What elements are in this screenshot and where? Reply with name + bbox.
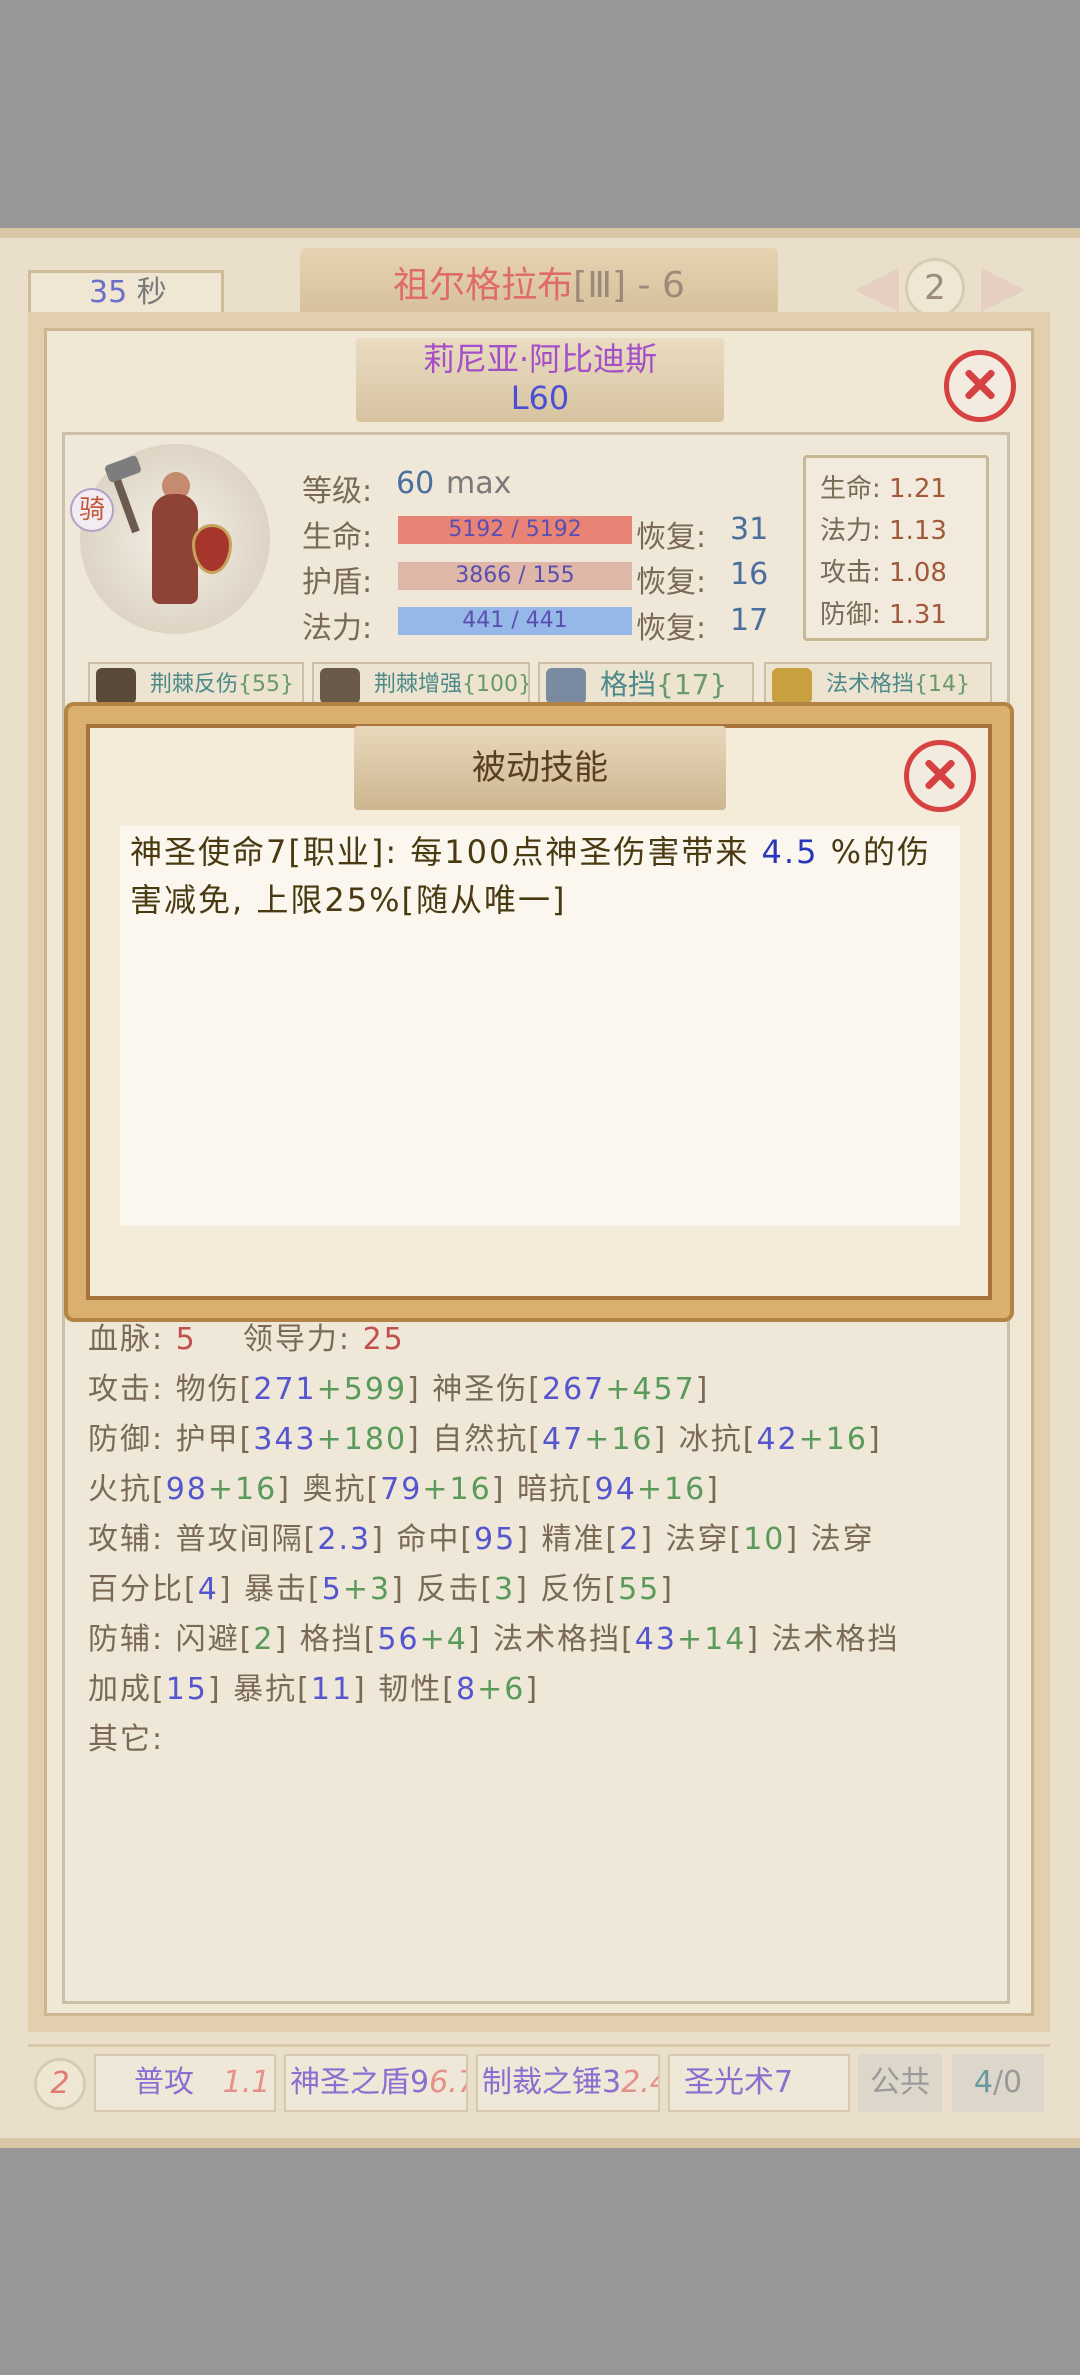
stats-offense-aux-row-2: 百分比[4] 暴击[5+3] 反击[3] 反伤[55] — [88, 1572, 674, 1607]
shield-icon — [192, 524, 232, 574]
stats-defense-aux-row-2: 加成[15] 暴抗[11] 韧性[8+6] — [88, 1672, 540, 1707]
mult-mp: 法力: 1.13 — [820, 516, 947, 546]
action-bar-counter[interactable]: 2 — [34, 2058, 86, 2110]
timer-unit: 秒 — [136, 275, 167, 310]
stats-defense-row: 防御: 护甲[343+180] 自然抗[47+16] 冰抗[42+16] — [88, 1422, 882, 1457]
popup-title: 被动技能 — [354, 726, 726, 810]
mp-bar: 441 / 441 — [398, 607, 632, 635]
mult-attack: 攻击: 1.08 — [820, 558, 947, 588]
mp-label: 法力: — [302, 611, 373, 646]
hero-name: 莉尼亚·阿比迪斯 — [422, 340, 658, 378]
multiplier-box: 生命: 1.21 法力: 1.13 攻击: 1.08 防御: 1.31 — [803, 455, 989, 641]
action-hammer-of-justice[interactable]: 制裁之锤32.4 — [476, 2054, 660, 2112]
prev-arrow-icon[interactable] — [855, 268, 899, 312]
thorns-skill-icon — [96, 668, 136, 704]
skill-tab-spell-block[interactable]: 法术格挡{14} — [764, 662, 992, 708]
hp-regen-label: 恢复: — [636, 520, 707, 555]
mult-defense: 防御: 1.31 — [820, 600, 947, 630]
thorns-boost-skill-icon — [320, 668, 360, 704]
stage-name: 祖尔格拉布 — [393, 265, 574, 306]
hero-level-tag: L60 — [510, 379, 570, 417]
stats-resist-row: 火抗[98+16] 奥抗[79+16] 暗抗[94+16] — [88, 1472, 720, 1507]
skill-tab-block[interactable]: 格挡{17} — [538, 662, 754, 708]
mp-regen-label: 恢复: — [636, 611, 707, 646]
action-holy-shield[interactable]: 神圣之盾96.7 — [284, 2054, 468, 2112]
popup-close-button[interactable] — [904, 740, 976, 812]
hp-label: 生命: — [302, 520, 373, 555]
hero-body-icon — [152, 494, 198, 604]
page-number: 2 — [905, 258, 965, 318]
stats-bloodline-row: 血脉: 5 领导力: 25 — [88, 1322, 405, 1357]
action-slot-count: 4/0 — [952, 2054, 1044, 2112]
mp-regen-value: 17 — [730, 603, 769, 638]
stage-suffix: [Ⅲ] - 6 — [573, 265, 685, 306]
stats-other-row: 其它: — [88, 1722, 165, 1757]
page-switcher: 2 — [855, 258, 1025, 318]
mult-hp: 生命: 1.21 — [820, 474, 947, 504]
shield-regen-value: 16 — [730, 557, 769, 592]
hp-bar: 5192 / 5192 — [398, 516, 632, 544]
spell-block-skill-icon — [772, 668, 812, 704]
hero-close-button[interactable] — [944, 350, 1016, 422]
hero-portrait[interactable] — [80, 444, 270, 634]
class-badge: 骑 — [70, 488, 114, 532]
timer-value: 35 — [89, 275, 128, 310]
level-label: 等级: — [302, 474, 373, 509]
skill-tab-thorns-boost[interactable]: 荆棘增强{100} — [312, 662, 530, 708]
countdown-timer: 35 秒 — [28, 270, 224, 316]
action-public[interactable]: 公共 — [858, 2054, 942, 2112]
shield-label: 护盾: — [302, 565, 373, 600]
stats-attack-row: 攻击: 物伤[271+599] 神圣伤[267+457] — [88, 1372, 710, 1407]
popup-description: 神圣使命7[职业]: 每100点神圣伤害带来 4.5 %的伤害减免, 上限25%… — [130, 833, 932, 919]
next-arrow-icon[interactable] — [981, 268, 1025, 312]
level-value: 60 — [396, 466, 435, 501]
shield-regen-label: 恢复: — [636, 565, 707, 600]
action-holy-light[interactable]: 圣光术7 — [668, 2054, 850, 2112]
shield-bar: 3866 / 155 — [398, 562, 632, 590]
level-max: max — [446, 466, 512, 501]
hp-regen-value: 31 — [730, 512, 769, 547]
action-basic-attack[interactable]: 普攻 1.1 — [94, 2054, 276, 2112]
block-skill-icon — [546, 668, 586, 704]
hero-name-plate: 莉尼亚·阿比迪斯 L60 — [356, 338, 724, 422]
stats-offense-aux-row: 攻辅: 普攻间隔[2.3] 命中[95] 精准[2] 法穿[10] 法穿 — [88, 1522, 875, 1557]
stats-defense-aux-row: 防辅: 闪避[2] 格挡[56+4] 法术格挡[43+14] 法术格挡 — [88, 1622, 900, 1657]
skill-tab-thorns[interactable]: 荆棘反伤{55} — [88, 662, 304, 708]
